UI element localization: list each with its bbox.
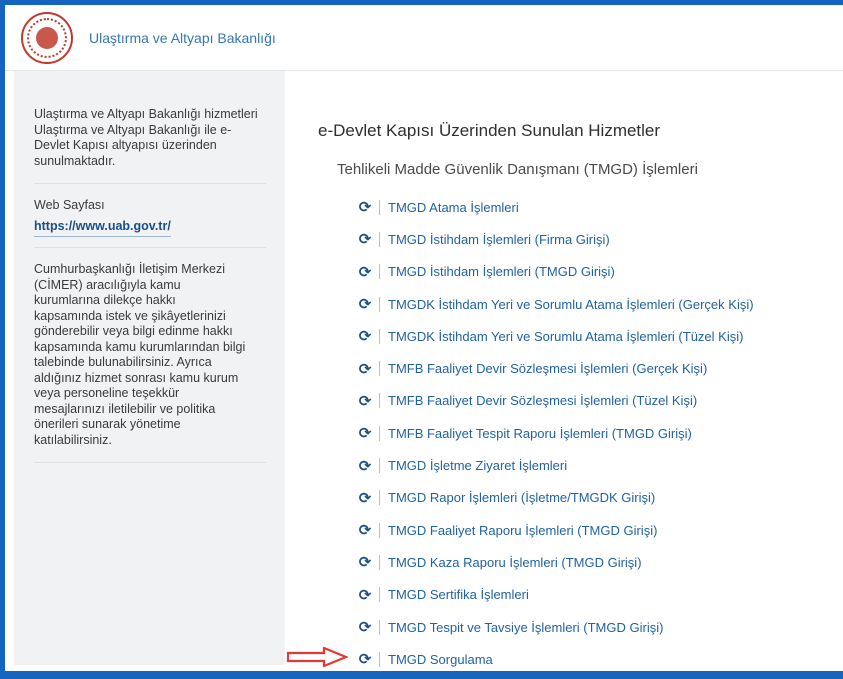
service-link[interactable]: TMGD İşletme Ziyaret İşlemleri bbox=[388, 458, 567, 473]
service-link[interactable]: TMGD Sertifika İşlemleri bbox=[388, 587, 529, 602]
service-item[interactable]: ⟳ TMGD Atama İşlemleri bbox=[357, 191, 843, 223]
sidebar: Ulaştırma ve Altyapı Bakanlığı hizmetler… bbox=[14, 71, 285, 665]
sidebar-divider bbox=[34, 462, 266, 463]
refresh-icon: ⟳ bbox=[358, 199, 372, 217]
separator bbox=[379, 296, 380, 312]
sidebar-divider bbox=[34, 247, 266, 248]
service-item[interactable]: ⟳ TMGD İstihdam İşlemleri (TMGD Girişi) bbox=[357, 256, 843, 288]
refresh-icon: ⟳ bbox=[358, 457, 372, 475]
ministry-seal-icon[interactable] bbox=[21, 11, 73, 64]
service-link[interactable]: TMGD İstihdam İşlemleri (TMGD Girişi) bbox=[388, 264, 615, 279]
highlight-arrow-icon bbox=[286, 647, 348, 667]
separator bbox=[379, 264, 380, 280]
section-title: Tehlikeli Madde Güvenlik Danışmanı (TMGD… bbox=[337, 161, 698, 178]
service-link[interactable]: TMGD İstihdam İşlemleri (Firma Girişi) bbox=[388, 232, 610, 247]
cimer-text: Cumhurbaşkanlığı İletişim Merkezi (CİMER… bbox=[34, 262, 246, 447]
website-label: Web Sayfası bbox=[34, 198, 105, 212]
service-item[interactable]: ⟳ TMGD Tespit ve Tavsiye İşlemleri (TMGD … bbox=[357, 611, 843, 643]
service-item[interactable]: ⟳ TMGDK İstihdam Yeri ve Sorumlu Atama İş… bbox=[357, 320, 843, 352]
refresh-icon: ⟳ bbox=[358, 328, 372, 346]
separator bbox=[379, 587, 380, 603]
separator bbox=[379, 458, 380, 474]
refresh-icon: ⟳ bbox=[358, 296, 372, 314]
separator bbox=[379, 328, 380, 344]
service-link[interactable]: TMFB Faaliyet Tespit Raporu İşlemleri (T… bbox=[388, 426, 692, 441]
separator bbox=[379, 490, 380, 506]
page-title: e-Devlet Kapısı Üzerinden Sunulan Hizmet… bbox=[318, 121, 661, 140]
service-item[interactable]: ⟳ TMGD Faaliyet Raporu İşlemleri (TMGD Gi… bbox=[357, 514, 843, 546]
service-link[interactable]: TMGD Kaza Raporu İşlemleri (TMGD Girişi) bbox=[388, 555, 642, 570]
separator bbox=[379, 425, 380, 441]
separator bbox=[379, 361, 380, 377]
separator bbox=[379, 554, 380, 570]
service-link[interactable]: TMGD Faaliyet Raporu İşlemleri (TMGD Gir… bbox=[388, 523, 657, 538]
sidebar-intro: Ulaştırma ve Altyapı Bakanlığı hizmetler… bbox=[34, 107, 258, 168]
service-item[interactable]: ⟳ TMGD Rapor İşlemleri (İşletme/TMGDK Gir… bbox=[357, 482, 843, 514]
service-link[interactable]: TMGD Atama İşlemleri bbox=[388, 200, 519, 215]
service-item[interactable]: ⟳ TMGD Sertifika İşlemleri bbox=[357, 579, 843, 611]
service-link[interactable]: TMFB Faaliyet Devir Sözleşmesi İşlemleri… bbox=[388, 393, 697, 408]
refresh-icon: ⟳ bbox=[358, 522, 372, 540]
refresh-icon: ⟳ bbox=[358, 619, 372, 636]
separator bbox=[379, 231, 380, 247]
refresh-icon: ⟳ bbox=[358, 489, 372, 507]
sidebar-divider bbox=[34, 183, 266, 184]
service-link[interactable]: TMGD Rapor İşlemleri (İşletme/TMGDK Giri… bbox=[388, 490, 655, 505]
refresh-icon: ⟳ bbox=[358, 651, 372, 669]
service-link[interactable]: TMGD Tespit ve Tavsiye İşlemleri (TMGD G… bbox=[388, 620, 663, 635]
website-link[interactable]: https://www.uab.gov.tr/ bbox=[34, 219, 171, 237]
service-item[interactable]: ⟳ TMFB Faaliyet Devir Sözleşmesi İşlemler… bbox=[357, 352, 843, 384]
header: Ulaştırma ve Altyapı Bakanlığı bbox=[5, 5, 843, 71]
service-list: ⟳ TMGD Atama İşlemleri ⟳ TMGD İstihdam İşl… bbox=[357, 191, 843, 675]
service-item[interactable]: ⟳ TMGD İşletme Ziyaret İşlemleri bbox=[357, 449, 843, 481]
bottom-border bbox=[5, 671, 843, 679]
seal-ring bbox=[27, 17, 67, 58]
service-item[interactable]: ⟳ TMFB Faaliyet Devir Sözleşmesi İşlemler… bbox=[357, 385, 843, 417]
seal-core bbox=[36, 26, 58, 49]
service-link[interactable]: TMGDK İstihdam Yeri ve Sorumlu Atama İşl… bbox=[388, 329, 743, 344]
service-link[interactable]: TMGD Sorgulama bbox=[388, 652, 493, 667]
separator bbox=[379, 393, 380, 409]
service-item[interactable]: ⟳ TMGDK İstihdam Yeri ve Sorumlu Atama İş… bbox=[357, 288, 843, 320]
service-item[interactable]: ⟳ TMGD İstihdam İşlemleri (Firma Girişi) bbox=[357, 223, 843, 255]
refresh-icon: ⟳ bbox=[358, 586, 372, 604]
main-content: e-Devlet Kapısı Üzerinden Sunulan Hizmet… bbox=[285, 71, 843, 671]
refresh-icon: ⟳ bbox=[358, 392, 372, 410]
service-link[interactable]: TMGDK İstihdam Yeri ve Sorumlu Atama İşl… bbox=[388, 297, 754, 312]
service-item[interactable]: ⟳ TMGD Kaza Raporu İşlemleri (TMGD Girişi… bbox=[357, 546, 843, 578]
refresh-icon: ⟳ bbox=[358, 360, 372, 378]
service-item[interactable]: ⟳ TMFB Faaliyet Tespit Raporu İşlemleri (… bbox=[357, 417, 843, 449]
separator bbox=[379, 522, 380, 538]
separator bbox=[379, 651, 380, 667]
refresh-icon: ⟳ bbox=[358, 554, 372, 572]
refresh-icon: ⟳ bbox=[358, 231, 372, 249]
separator bbox=[379, 199, 380, 215]
separator bbox=[379, 619, 380, 635]
refresh-icon: ⟳ bbox=[358, 425, 372, 443]
service-link[interactable]: TMFB Faaliyet Devir Sözleşmesi İşlemleri… bbox=[388, 361, 707, 376]
header-title[interactable]: Ulaştırma ve Altyapı Bakanlığı bbox=[89, 30, 276, 46]
refresh-icon: ⟳ bbox=[358, 263, 372, 281]
